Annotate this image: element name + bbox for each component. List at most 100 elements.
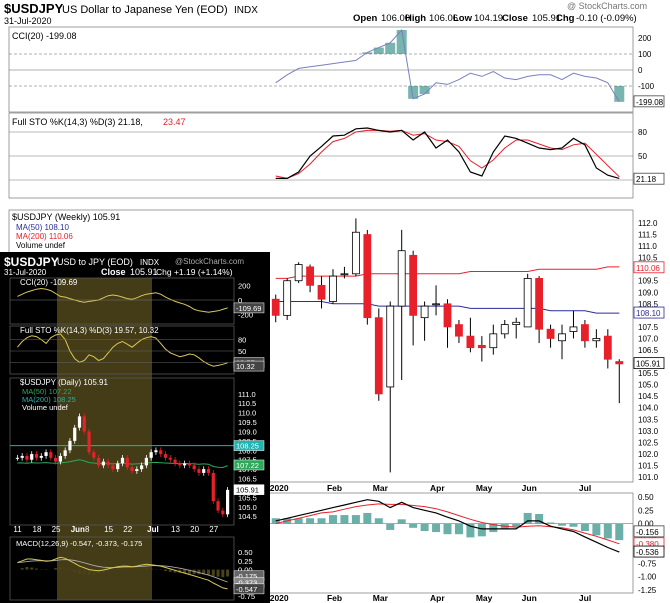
last-value-text: 105.91: [636, 360, 661, 369]
sto-tick-label: 80: [638, 128, 647, 137]
weekly-macd-hist-bar: [340, 515, 349, 524]
daily-macd-hist: [58, 567, 62, 570]
daily-last-value-text: 108.25: [236, 442, 259, 451]
sto-tick-label: 50: [638, 152, 647, 161]
weekly-macd-hist-bar: [363, 512, 372, 524]
low-label: Low: [453, 13, 473, 24]
watermark: @ StockCharts.com: [567, 1, 647, 11]
daily-x-label: Jun: [71, 525, 85, 534]
weekly-candle-body: [306, 266, 314, 286]
weekly-candle-body: [283, 280, 292, 316]
cci-panel-frame: [8, 26, 634, 113]
daily-volume-label: Volume undef: [22, 403, 69, 412]
daily-x-label: 20: [190, 525, 199, 534]
daily-macd-hist: [221, 569, 225, 578]
daily-candle-body: [49, 452, 53, 458]
daily-macd-hist: [63, 568, 67, 570]
weekly-x-label: Mar: [373, 593, 389, 603]
weekly-x-label: Mar: [373, 483, 389, 493]
daily-macd-hist: [164, 569, 167, 572]
weekly-x-label: Feb: [327, 593, 342, 603]
weekly-candle-body: [569, 326, 578, 332]
weekly-candle-body: [420, 305, 429, 319]
weekly-candle-body: [546, 328, 555, 339]
last-value-text: -0.156: [636, 528, 659, 537]
daily-sto-label: Full STO %K(14,3) %D(3) 19.57, 10.32: [20, 326, 159, 335]
daily-price-tick: 110.0: [238, 409, 256, 418]
weekly-macd-hist-bar: [443, 523, 452, 535]
daily-candle-body: [58, 455, 62, 462]
weekly-macd-hist-bar: [306, 518, 315, 524]
weekly-ma200-label: MA(200) 110.06: [16, 232, 73, 241]
weekly-candle-body: [523, 278, 532, 328]
price-tick-label: 104.0: [638, 404, 659, 413]
daily-macd-hist: [226, 569, 230, 577]
daily-price-tick: 106.5: [238, 475, 257, 484]
daily-macd-hist: [140, 568, 144, 570]
daily-candle-body: [154, 450, 158, 453]
daily-macd-hist: [116, 568, 120, 570]
daily-macd-hist: [168, 569, 172, 572]
weekly-macd-hist-bar: [317, 518, 326, 524]
daily-macd-hist: [106, 569, 110, 571]
weekly-macd-hist-bar: [592, 523, 601, 536]
weekly-candle-body: [500, 324, 509, 335]
daily-candle-body: [178, 463, 182, 466]
daily-candle-body: [192, 465, 196, 470]
daily-inset: $USDJPY USD to JPY (EOD) INDX @StockChar…: [0, 252, 270, 603]
daily-price-tick: 111.0: [238, 390, 256, 399]
chart-canvas: $USDJPY US Dollar to Japanese Yen (EOD) …: [0, 1, 665, 603]
chg-value: -0.10 (-0.09%): [576, 13, 637, 24]
weekly-macd-hist-bar: [432, 523, 441, 533]
weekly-candle-body: [397, 250, 406, 307]
daily-macd-hist: [207, 569, 210, 575]
weekly-macd-hist-bar: [328, 515, 337, 524]
weekly-candle-body: [340, 273, 349, 276]
daily-last-value-text: 107.22: [236, 461, 259, 470]
daily-candle-body: [144, 457, 148, 466]
daily-macd-hist: [30, 567, 34, 570]
price-tick-label: 112.0: [638, 219, 658, 228]
last-value-text: 110.06: [636, 264, 660, 273]
daily-candle-body: [39, 455, 43, 458]
price-tick-label: 101.0: [638, 473, 659, 482]
weekly-cci-label: CCI(20) -199.08: [12, 31, 77, 41]
price-tick-label: 103.0: [638, 427, 659, 436]
weekly-candle-body: [317, 284, 326, 300]
daily-macd-hist: [144, 567, 148, 570]
symbol-name: US Dollar to Japanese Yen (EOD): [62, 4, 228, 16]
weekly-candle-body: [294, 264, 303, 282]
daily-x-label: 11: [13, 525, 22, 534]
daily-candle-body: [183, 463, 187, 466]
daily-candle-body: [135, 469, 139, 472]
weekly-cci-fill: [614, 86, 625, 102]
weekly-price: [271, 218, 624, 473]
daily-candle-body: [120, 457, 125, 464]
daily-x-label: 25: [52, 525, 61, 534]
daily-candle-body: [116, 463, 120, 470]
price-tick-label: 105.0: [638, 381, 659, 390]
daily-candle-body: [25, 455, 29, 460]
weekly-candle-body: [512, 321, 521, 326]
weekly-sto-label-d: 23.47: [163, 117, 186, 127]
price-tick-label: 109.5: [638, 277, 659, 286]
weekly-sto-k-line: [275, 127, 620, 179]
daily-candle-body: [221, 510, 225, 515]
weekly-x-label: 2020: [270, 593, 289, 603]
close-label: Close: [502, 13, 528, 24]
weekly-x-label: Feb: [327, 483, 342, 493]
weekly-macd-hist-bar: [409, 523, 418, 528]
price-tick-label: 107.5: [638, 323, 659, 332]
weekly-macd-hist-bar: [523, 512, 532, 524]
daily-macd-label: MACD(12,26,9) -0.547, -0.373, -0.175: [16, 539, 142, 548]
macd-tick-label: -0.75: [638, 559, 657, 568]
daily-candle-body: [149, 452, 153, 458]
weekly-macd-hist-bar: [477, 523, 486, 537]
chart-root: $USDJPY US Dollar to Japanese Yen (EOD) …: [0, 0, 670, 603]
price-tick-label: 102.5: [638, 438, 659, 447]
daily-price-tick: 104.5: [238, 512, 257, 521]
daily-macd-hist: [54, 568, 58, 570]
daily-macd-hist: [135, 568, 139, 570]
weekly-price-label: $USDJPY (Weekly) 105.91: [12, 212, 120, 222]
weekly-macd-hist-bar: [558, 523, 567, 526]
